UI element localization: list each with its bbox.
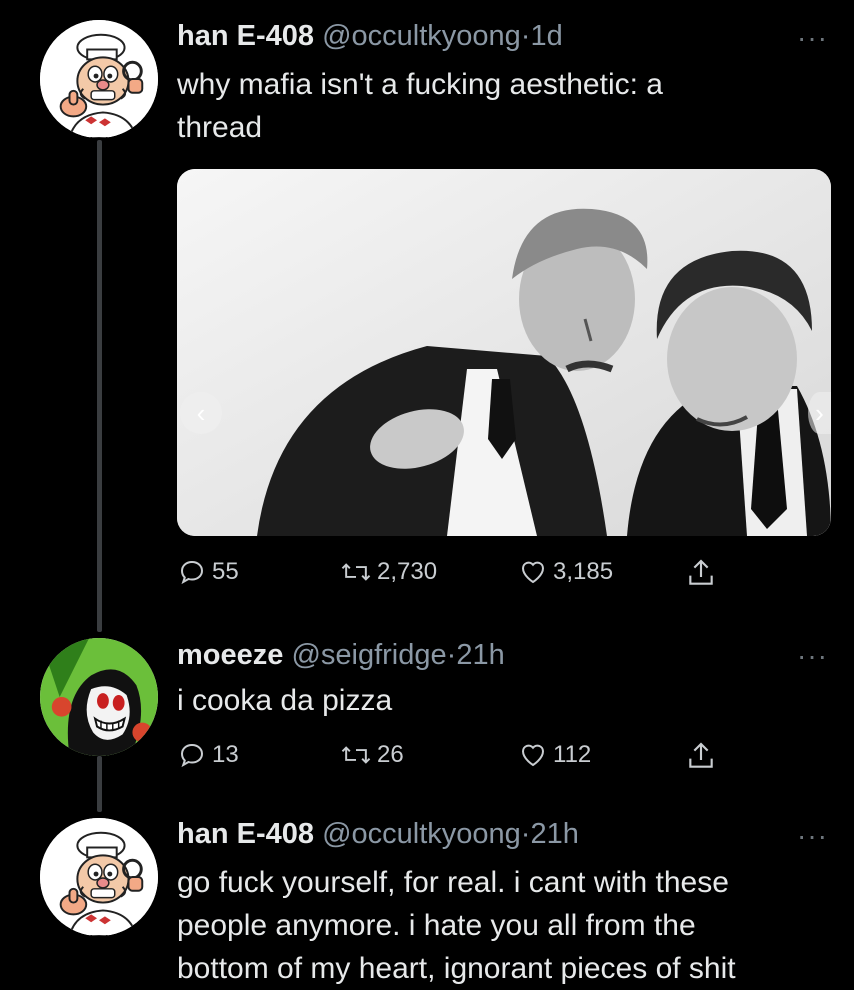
user-handle[interactable]: @occultkyoong xyxy=(322,818,521,850)
timestamp[interactable]: 21h xyxy=(530,818,578,850)
retweet-count: 2,730 xyxy=(377,558,438,585)
share-icon xyxy=(689,559,713,585)
pizza-chef-avatar[interactable] xyxy=(40,818,158,936)
reply-icon xyxy=(180,743,204,768)
tweet-text-line: people anymore. i hate you all from the xyxy=(177,909,696,942)
reply-button[interactable]: 55 xyxy=(177,557,239,587)
retweet-icon xyxy=(341,746,371,764)
chevron-right-icon: › xyxy=(815,397,824,428)
separator-dot: · xyxy=(520,818,531,850)
timestamp[interactable]: 1d xyxy=(530,20,562,52)
tweet-text-line: bottom of my heart, ignorant pieces of s… xyxy=(177,952,736,985)
tweet-header: han E-408 @occultkyoong·1d xyxy=(177,19,563,53)
retweet-count: 26 xyxy=(377,741,404,768)
display-name[interactable]: moeeze xyxy=(177,639,283,671)
carousel-next-button[interactable]: › xyxy=(808,392,831,434)
retweet-button[interactable]: 26 xyxy=(340,740,404,770)
reply-count: 13 xyxy=(212,741,239,768)
separator-dot: · xyxy=(520,20,531,52)
more-options-icon[interactable]: ··· xyxy=(797,822,828,850)
tweet-actions: 55 2,730 3,185 xyxy=(177,557,737,591)
tweet-text-line: why mafia isn't a fucking aesthetic: a xyxy=(177,68,663,101)
like-button[interactable]: 3,185 xyxy=(518,557,613,587)
tweet-text: why mafia isn't a fucking aesthetic: a t… xyxy=(177,63,663,149)
reply-icon xyxy=(180,560,204,585)
tweet-header: han E-408 @occultkyoong·21h xyxy=(177,817,579,851)
pizza-chef-avatar[interactable] xyxy=(40,20,158,138)
tweet-text: i cooka da pizza xyxy=(177,679,392,722)
retweet-icon xyxy=(341,563,371,581)
tweet-actions: 13 26 112 xyxy=(177,740,737,774)
heart-icon xyxy=(521,561,545,584)
share-button[interactable] xyxy=(685,557,717,589)
retweet-button[interactable]: 2,730 xyxy=(340,557,437,587)
user-handle[interactable]: @seigfridge xyxy=(291,639,446,671)
timestamp[interactable]: 21h xyxy=(456,639,504,671)
tweet-text-line: thread xyxy=(177,111,263,144)
more-options-icon[interactable]: ··· xyxy=(797,24,828,52)
display-name[interactable]: han E-408 xyxy=(177,818,314,850)
like-button[interactable]: 112 xyxy=(518,740,591,770)
reply-button[interactable]: 13 xyxy=(177,740,239,770)
user-handle[interactable]: @occultkyoong xyxy=(322,20,521,52)
tweet-text-line: i cooka da pizza xyxy=(177,684,393,717)
like-count: 112 xyxy=(553,741,592,768)
tweet-text: go fuck yourself, for real. i cant with … xyxy=(177,861,736,990)
like-count: 3,185 xyxy=(553,558,614,585)
more-options-icon[interactable]: ··· xyxy=(797,642,828,670)
separator-dot: · xyxy=(446,639,457,671)
thread-connector-line xyxy=(97,756,102,812)
reply-count: 55 xyxy=(212,558,239,585)
share-button[interactable] xyxy=(685,740,717,772)
display-name[interactable]: han E-408 xyxy=(177,20,314,52)
black-and-white-photo[interactable] xyxy=(177,169,831,536)
share-icon xyxy=(689,742,713,768)
heart-icon xyxy=(521,744,545,767)
chevron-left-icon: ‹ xyxy=(196,397,206,428)
tweet-header: moeeze @seigfridge·21h xyxy=(177,638,505,672)
tweet-text-line: go fuck yourself, for real. i cant with … xyxy=(177,866,729,899)
thread-connector-line xyxy=(97,140,102,632)
cartoon-character-avatar[interactable] xyxy=(40,638,158,756)
carousel-prev-button[interactable]: ‹ xyxy=(180,392,222,434)
